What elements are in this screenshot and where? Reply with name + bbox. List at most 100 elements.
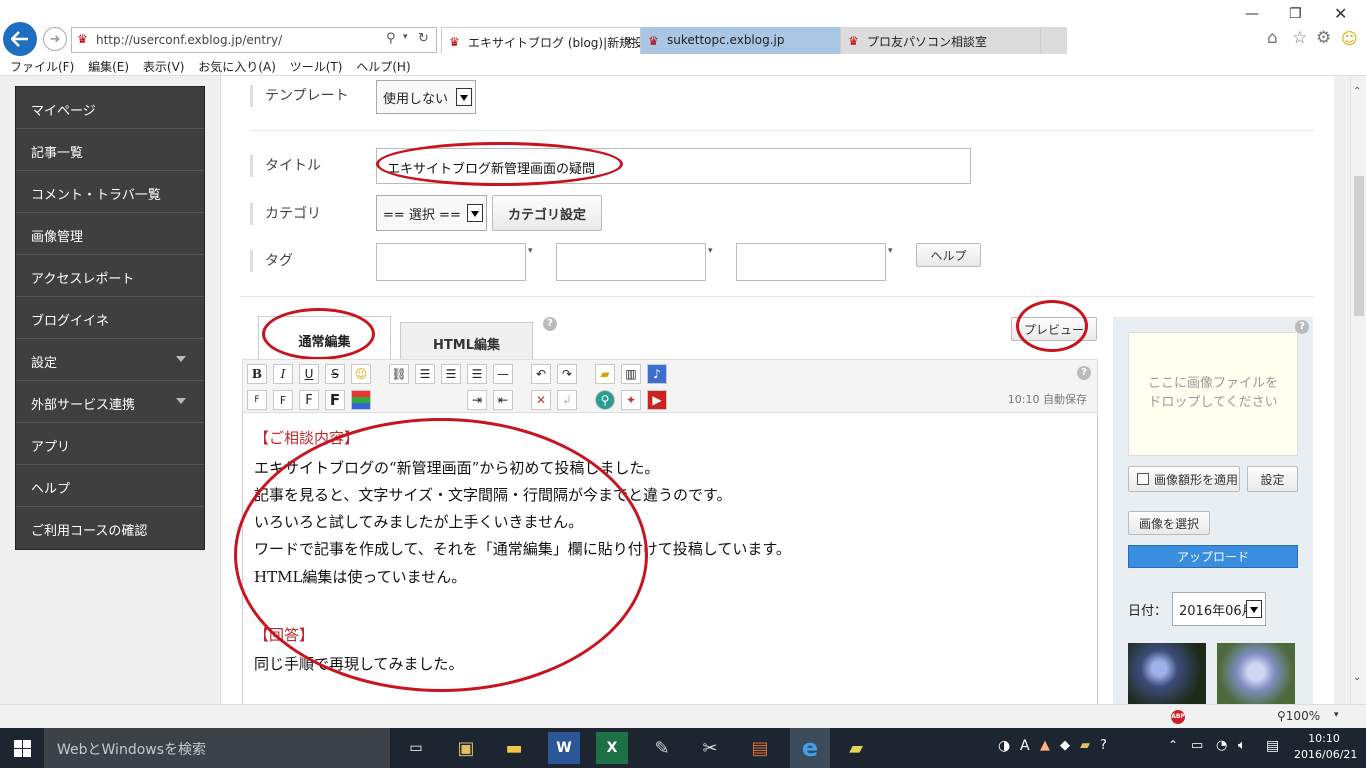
sidebar-item-settings[interactable]: 設定 xyxy=(16,339,204,381)
font-size-xlarge-icon[interactable]: F xyxy=(325,390,345,410)
page-scrollbar[interactable]: ⌃ ⌄ xyxy=(1350,76,1366,704)
smiley-feedback-icon[interactable]: ☺ xyxy=(1341,29,1358,48)
image-thumbnail[interactable] xyxy=(1128,643,1206,704)
chevron-down-icon[interactable]: ▾ xyxy=(708,246,713,256)
favorites-star-icon[interactable]: ☆ xyxy=(1292,28,1307,48)
url-text[interactable]: http://userconf.exblog.jp/entry/ xyxy=(96,33,282,47)
image-drop-zone[interactable]: ここに画像ファイルを ドロップしてください xyxy=(1128,332,1298,456)
music-icon[interactable]: ♪ xyxy=(647,364,667,384)
chevron-down-icon[interactable]: ▾ xyxy=(1334,710,1339,720)
align-left-icon[interactable]: ☰ xyxy=(415,364,435,384)
outdent-icon[interactable]: ⇤ xyxy=(493,390,513,410)
zoom-level[interactable]: ⚲100% xyxy=(1277,709,1320,723)
font-size-medium-icon[interactable]: F xyxy=(273,390,293,410)
gift-icon[interactable]: ✦ xyxy=(621,390,641,410)
search-icon[interactable]: ⚲ xyxy=(386,31,396,46)
map-pin-icon[interactable]: ⚲ xyxy=(595,390,615,410)
dropdown-icon[interactable]: ▾ xyxy=(403,32,408,42)
image-thumbnail[interactable] xyxy=(1217,643,1295,704)
tab-blog-entry[interactable]: ♛ エキサイトブログ (blog)|新規投... × xyxy=(441,27,641,54)
strikethrough-icon[interactable]: S xyxy=(325,364,345,384)
menu-favorites[interactable]: お気に入り(A) xyxy=(198,58,276,75)
tab-puro-tomo[interactable]: ♛ プロ友パソコン相談室 xyxy=(841,27,1041,54)
help-icon[interactable]: ? xyxy=(1077,366,1091,380)
book-icon[interactable]: ▥ xyxy=(621,364,641,384)
windows-start-icon[interactable] xyxy=(14,740,31,757)
tray-app-icon[interactable]: ▲ xyxy=(1040,738,1050,753)
category-select[interactable]: == 選択 == xyxy=(376,195,487,231)
sidebar-item-apps[interactable]: アプリ xyxy=(16,423,204,465)
adblock-icon[interactable]: ABP xyxy=(1171,710,1185,724)
tab-html-edit[interactable]: HTML編集 xyxy=(400,322,533,360)
refresh-icon[interactable]: ↻ xyxy=(418,31,429,46)
tray-clock-icon[interactable]: ◑ xyxy=(998,738,1010,754)
italic-icon[interactable]: I xyxy=(273,364,293,384)
text-color-icon[interactable] xyxy=(351,390,371,410)
scrollbar-thumb[interactable] xyxy=(1354,176,1364,316)
emoji-icon[interactable]: ☺ xyxy=(351,364,371,384)
font-size-small-icon[interactable]: F xyxy=(247,390,267,410)
font-size-large-icon[interactable]: F xyxy=(299,390,319,410)
align-center-icon[interactable]: ☰ xyxy=(441,364,461,384)
tag-input-3[interactable] xyxy=(736,243,886,281)
sidebar-item-comments[interactable]: コメント・トラバ一覧 xyxy=(16,171,204,213)
restore-icon[interactable]: ❐ xyxy=(1289,6,1302,22)
excel-icon[interactable]: X xyxy=(596,732,628,764)
word-icon[interactable]: W xyxy=(548,732,580,764)
indent-icon[interactable]: ⇥ xyxy=(467,390,487,410)
menu-edit[interactable]: 編集(E) xyxy=(88,58,129,75)
menu-help[interactable]: ヘルプ(H) xyxy=(356,58,410,75)
back-button[interactable] xyxy=(3,22,37,56)
sidebar-item-posts[interactable]: 記事一覧 xyxy=(16,129,204,171)
tray-app-icon[interactable]: ▰ xyxy=(1080,738,1090,753)
sidebar-item-mypage[interactable]: マイページ xyxy=(16,87,204,129)
home-icon[interactable]: ⌂ xyxy=(1267,28,1278,48)
tray-app-icon[interactable]: ◆ xyxy=(1060,738,1070,753)
close-window-icon[interactable]: ✕ xyxy=(1334,4,1347,23)
align-right-icon[interactable]: ☰ xyxy=(467,364,487,384)
forward-button[interactable]: ➜ xyxy=(43,27,67,51)
tag-input-1[interactable] xyxy=(376,243,526,281)
select-image-button[interactable]: 画像を選択 xyxy=(1128,511,1210,535)
sidebar-item-course[interactable]: ご利用コースの確認 xyxy=(16,507,204,549)
taskbar-search[interactable]: WebとWindowsを検索 xyxy=(44,728,390,768)
template-select[interactable]: 使用しない xyxy=(376,80,476,114)
sidebar-item-external-services[interactable]: 外部サービス連携 xyxy=(16,381,204,423)
close-tab-icon[interactable]: × xyxy=(624,34,634,48)
sidebar-item-access-report[interactable]: アクセスレポート xyxy=(16,255,204,297)
menu-view[interactable]: 表示(V) xyxy=(143,58,185,75)
taskbar-clock[interactable]: 10:10 2016/06/21 xyxy=(1294,731,1357,763)
tag-help-button[interactable]: ヘルプ xyxy=(916,243,981,267)
notification-icon[interactable]: ▤ xyxy=(1266,738,1279,754)
ime-indicator[interactable]: A xyxy=(1020,738,1030,754)
snipping-tool-icon[interactable]: ✂ xyxy=(694,732,726,764)
redo-icon[interactable]: ↷ xyxy=(557,364,577,384)
minimize-icon[interactable]: — xyxy=(1245,6,1259,22)
menu-file[interactable]: ファイル(F) xyxy=(10,58,74,75)
video-icon[interactable]: ▶ xyxy=(647,390,667,410)
chevron-down-icon[interactable]: ▾ xyxy=(528,246,533,256)
scroll-up-icon[interactable]: ⌃ xyxy=(1353,86,1361,97)
task-view-icon[interactable]: ▭ xyxy=(400,732,432,764)
undo-icon[interactable]: ↶ xyxy=(531,364,551,384)
address-bar[interactable]: ♛ http://userconf.exblog.jp/entry/ ⚲ ▾ ↻ xyxy=(71,27,437,53)
tab-sukettopc[interactable]: ♛ sukettopc.exblog.jp xyxy=(641,27,841,54)
horizontal-rule-icon[interactable]: — xyxy=(493,364,513,384)
line-break-icon[interactable]: ↲ xyxy=(557,390,577,410)
upload-button[interactable]: アップロード xyxy=(1128,545,1298,568)
category-settings-button[interactable]: カテゴリ設定 xyxy=(492,195,602,231)
network-icon[interactable]: ◔ xyxy=(1216,738,1227,753)
new-tab-button[interactable] xyxy=(1041,27,1067,54)
internet-explorer-icon[interactable]: e xyxy=(790,728,830,768)
chevron-down-icon[interactable]: ▾ xyxy=(888,246,893,256)
app-icon[interactable]: ▰ xyxy=(840,732,872,764)
scroll-down-icon[interactable]: ⌄ xyxy=(1353,672,1361,683)
remove-format-icon[interactable]: ✕ xyxy=(531,390,551,410)
date-select[interactable]: 2016年06月 xyxy=(1172,592,1266,626)
volume-icon[interactable]: 🔈︎ xyxy=(1238,738,1246,753)
sidebar-item-blog-iine[interactable]: ブログイイネ xyxy=(16,297,204,339)
image-settings-button[interactable]: 設定 xyxy=(1247,466,1298,492)
menu-tools[interactable]: ツール(T) xyxy=(290,58,343,75)
toolbox-icon[interactable]: ▤ xyxy=(744,732,776,764)
sidebar-item-images[interactable]: 画像管理 xyxy=(16,213,204,255)
